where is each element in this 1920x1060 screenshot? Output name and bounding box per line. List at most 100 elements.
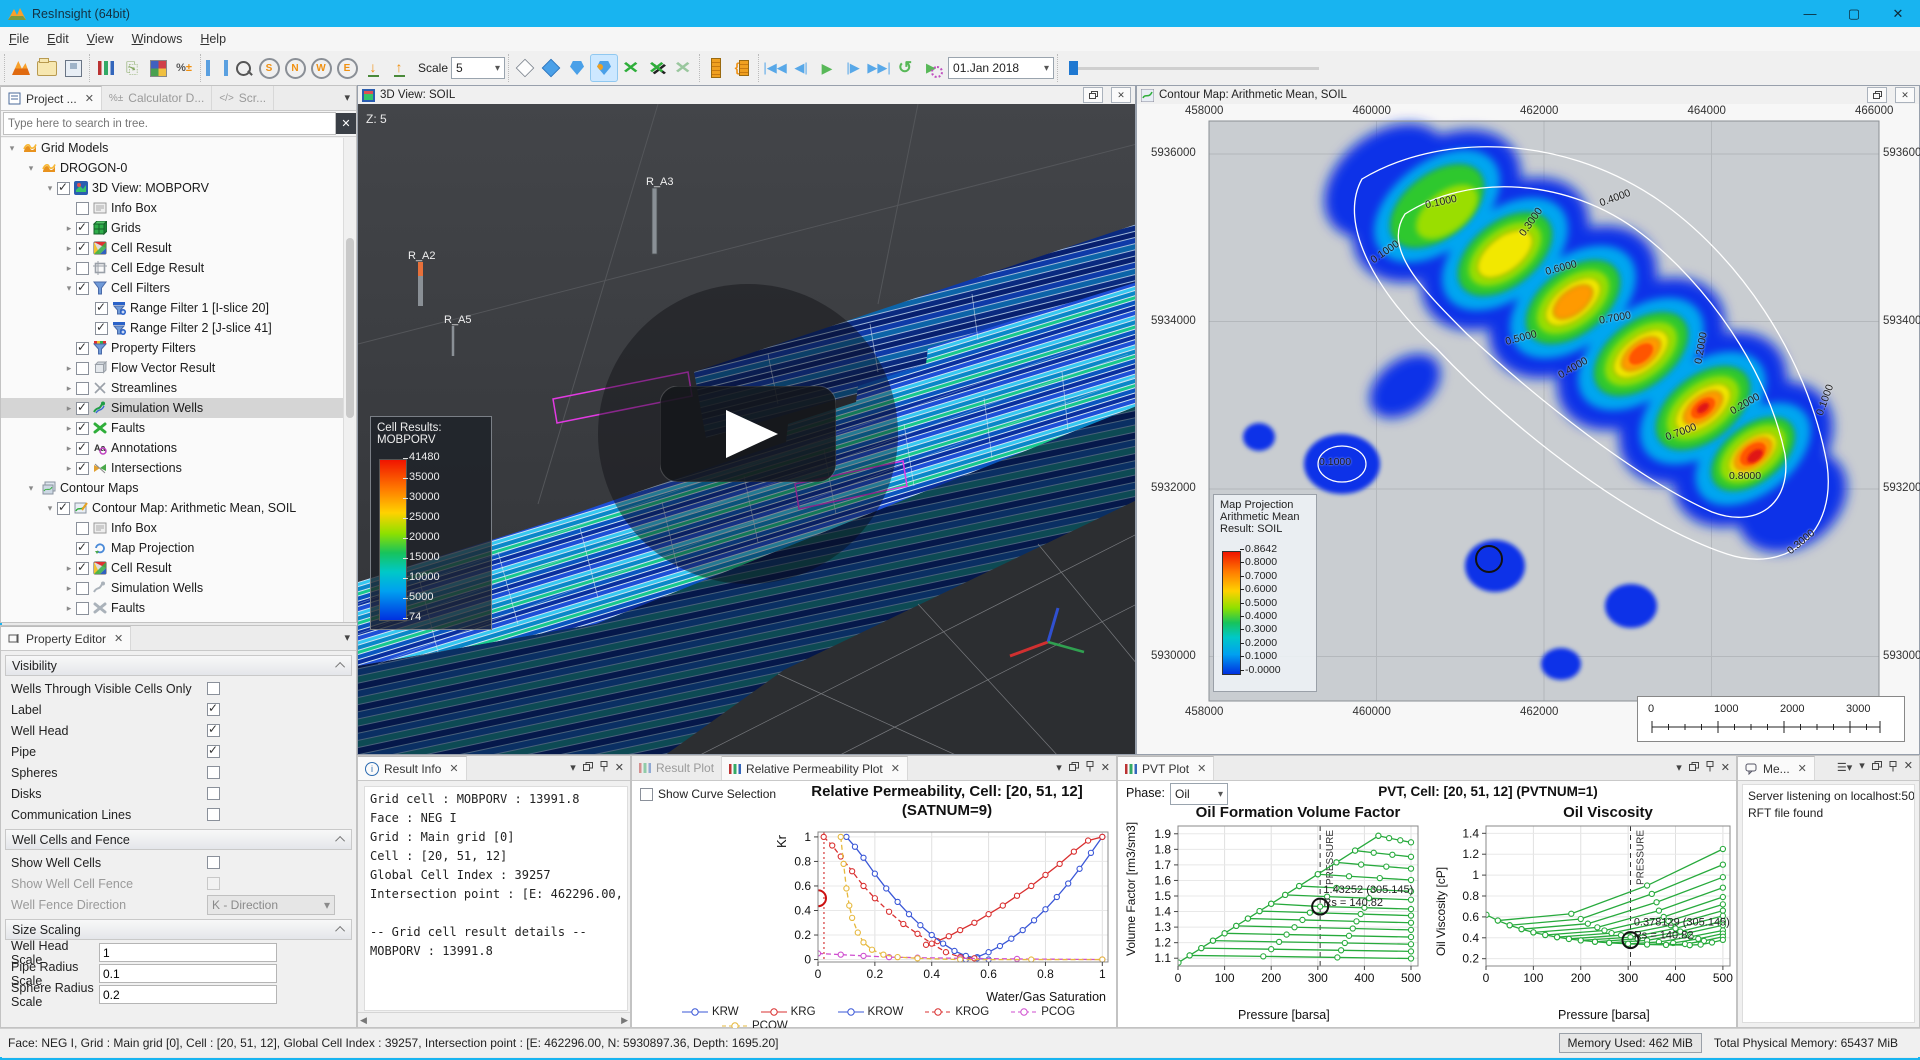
tree-item-cell-filters[interactable]: ▾Cell Filters [1, 278, 344, 298]
float-panel-icon[interactable] [1069, 762, 1079, 774]
tree-item-cell-result[interactable]: ▸Cell Result [1, 238, 344, 258]
memory-used-button[interactable]: Memory Used: 462 MiB [1559, 1033, 1702, 1053]
repeat-animation-button[interactable]: ↺ [892, 55, 918, 81]
expander-icon[interactable]: ▸ [62, 403, 76, 414]
plot-manager-button[interactable]: ⎘ [119, 55, 145, 81]
draw-style-surface-mesh-button[interactable] [590, 54, 618, 82]
color-legend-button[interactable] [145, 55, 171, 81]
tab-pvt-plot[interactable]: PVT Plot✕ [1118, 756, 1214, 780]
tree-checkbox[interactable] [76, 582, 89, 595]
minimize-icon[interactable]: — [1788, 0, 1832, 27]
pin-panel-icon[interactable] [600, 761, 608, 775]
expander-icon[interactable]: ▸ [62, 603, 76, 614]
tree-checkbox[interactable] [76, 602, 89, 615]
save-project-button[interactable] [60, 55, 86, 81]
expander-icon[interactable]: ▸ [62, 583, 76, 594]
tab-overflow-icon[interactable]: ▾ [344, 633, 350, 644]
property-input[interactable] [99, 943, 277, 962]
close-tab-icon[interactable]: ✕ [1798, 762, 1807, 775]
draw-style-surface-button[interactable] [564, 55, 590, 81]
tree-item-range-filter-1-i-slice-20[interactable]: Range Filter 1 [I-slice 20] [1, 298, 344, 318]
close-tab-icon[interactable]: ✕ [449, 762, 458, 775]
tree-item-property-filters[interactable]: Property Filters [1, 338, 344, 358]
first-timestep-button[interactable]: |◀◀ [762, 55, 788, 81]
tree-item-flow-vector-result[interactable]: ▸Flow Vector Result [1, 358, 344, 378]
tree-checkbox[interactable] [76, 542, 89, 555]
view-north-button[interactable]: N [282, 55, 308, 81]
tree-item-info-box[interactable]: Info Box [1, 518, 344, 538]
property-checkbox[interactable] [207, 808, 220, 821]
expander-icon[interactable]: ▸ [62, 263, 76, 274]
tree-checkbox[interactable] [76, 442, 89, 455]
draw-style-solid-button[interactable] [538, 55, 564, 81]
tree-checkbox[interactable] [76, 262, 89, 275]
property-checkbox[interactable] [207, 877, 220, 890]
last-timestep-button[interactable]: ▶▶| [866, 55, 892, 81]
tree-item-drogon-0[interactable]: ▾DROGON-0 [1, 158, 344, 178]
tree-checkbox[interactable] [76, 382, 89, 395]
view-east-button[interactable]: E [334, 55, 360, 81]
tree-search-input[interactable] [3, 112, 336, 135]
tree-checkbox[interactable] [57, 502, 70, 515]
view-down-button[interactable]: ↓ [360, 55, 386, 81]
property-input[interactable] [99, 985, 277, 1004]
tree-checkbox[interactable] [76, 562, 89, 575]
expander-icon[interactable]: ▾ [5, 143, 19, 154]
maximize-icon[interactable]: ▢ [1832, 0, 1876, 27]
log-level-icon[interactable]: ☰▾ [1837, 763, 1852, 774]
panel-menu-icon[interactable]: ▾ [1676, 763, 1682, 774]
search-clear-icon[interactable]: ✕ [336, 113, 356, 134]
pin-panel-icon[interactable] [1889, 761, 1897, 775]
view-south-button[interactable]: S [256, 55, 282, 81]
panel-menu-icon[interactable]: ▾ [1859, 761, 1865, 775]
expander-icon[interactable]: ▸ [62, 243, 76, 254]
tab-relperm-plot[interactable]: Relative Permeability Plot✕ [722, 756, 908, 780]
tree-checkbox[interactable] [95, 302, 108, 315]
legend-entry-krog[interactable]: KROG [925, 1006, 989, 1018]
expander-icon[interactable]: ▾ [24, 163, 38, 174]
tab-property-editor[interactable]: Property Editor✕ [1, 626, 131, 650]
expander-icon[interactable]: ▾ [24, 483, 38, 494]
show-curve-selection-checkbox[interactable]: Show Curve Selection [640, 787, 776, 801]
property-checkbox[interactable] [207, 745, 220, 758]
expander-icon[interactable]: ▸ [62, 463, 76, 474]
tree-checkbox[interactable] [76, 462, 89, 475]
tree-item-grids[interactable]: ▸Grids [1, 218, 344, 238]
fault-labels-button[interactable]: ✕ [670, 55, 696, 81]
play-animation-button[interactable]: ▶ [814, 55, 840, 81]
fault-mesh-button[interactable]: ✕ [644, 55, 670, 81]
tree-item-info-box[interactable]: Info Box [1, 198, 344, 218]
tree-item-contour-map-arithmetic-mean-soil[interactable]: ▾Contour Map: Arithmetic Mean, SOIL [1, 498, 344, 518]
previous-timestep-button[interactable]: ◀| [788, 55, 814, 81]
panel-menu-icon[interactable]: ▾ [1056, 763, 1062, 774]
close-tab-icon[interactable]: ✕ [1197, 762, 1206, 775]
property-checkbox[interactable] [207, 682, 220, 695]
expander-icon[interactable]: ▸ [62, 563, 76, 574]
tab-result-plot[interactable]: Result Plot [632, 756, 722, 780]
expander-icon[interactable]: ▾ [43, 503, 57, 514]
calculator-button[interactable]: %± [171, 55, 197, 81]
tree-item-intersections[interactable]: ▸Intersections [1, 458, 344, 478]
tree-checkbox[interactable] [76, 362, 89, 375]
panel-menu-icon[interactable]: ▾ [570, 763, 576, 774]
tree-checkbox[interactable] [76, 242, 89, 255]
tree-item-cell-result[interactable]: ▸Cell Result [1, 558, 344, 578]
view3d-viewport[interactable]: Z: 5 R_A3R_A2R_A5 Cell Results: MOBPORV … [358, 104, 1135, 754]
scale-select[interactable]: 5▾ [451, 57, 505, 79]
tree-checkbox[interactable] [95, 322, 108, 335]
tree-checkbox[interactable] [57, 182, 70, 195]
expander-icon[interactable]: ▸ [62, 223, 76, 234]
expander-icon[interactable]: ▸ [62, 443, 76, 454]
measure-polyline-button[interactable]: { [729, 55, 755, 81]
tree-item-faults[interactable]: ▸Faults [1, 418, 344, 438]
animation-settings-button[interactable]: ▶ [918, 55, 944, 81]
tree-checkbox[interactable] [76, 342, 89, 355]
tree-item-cell-edge-result[interactable]: ▸Cell Edge Result [1, 258, 344, 278]
close-window-icon[interactable]: ✕ [1111, 87, 1131, 103]
tree-item-range-filter-2-j-slice-41[interactable]: Range Filter 2 [J-slice 41] [1, 318, 344, 338]
legend-entry-krw[interactable]: KRW [682, 1006, 739, 1018]
timestep-slider[interactable] [1069, 61, 1319, 75]
open-project-button[interactable] [34, 55, 60, 81]
tree-item-map-projection[interactable]: Map Projection [1, 538, 344, 558]
contour-map-canvas[interactable]: 4580004580004600004600004620004620004640… [1137, 104, 1919, 754]
